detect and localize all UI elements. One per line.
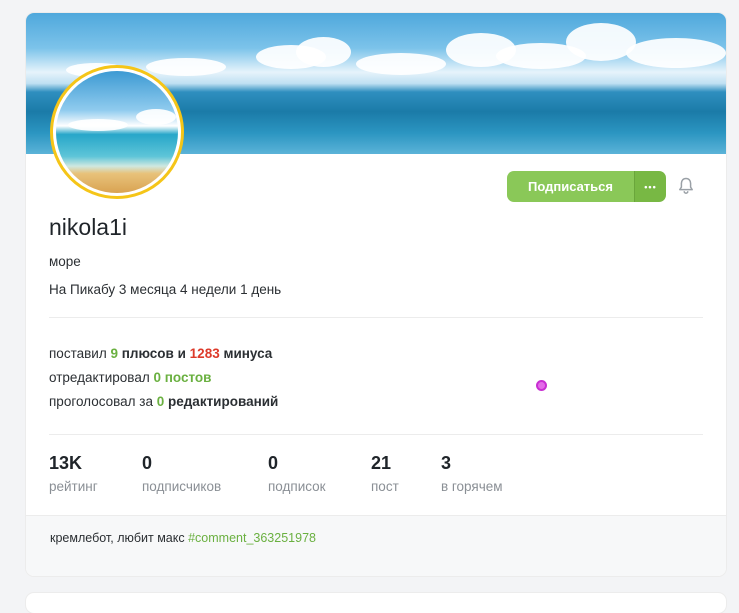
edit-votes-prefix: проголосовал за [49, 394, 157, 409]
counter-label: подписок [268, 479, 326, 494]
edited-count: 0 [153, 370, 161, 385]
counter-subscriptions[interactable]: 0 подписок [268, 453, 326, 494]
edits-line: отредактировал 0 постов [49, 370, 211, 385]
counter-posts[interactable]: 21 пост [371, 453, 399, 494]
profile-card: Подписаться ••• nikola1i море На Пикабу … [26, 13, 726, 576]
counter-rating[interactable]: 13K рейтинг [49, 453, 98, 494]
counter-subscribers[interactable]: 0 подписчиков [142, 453, 221, 494]
pluses-word: плюсов [117, 346, 174, 361]
pluses-count: 9 [110, 346, 118, 361]
edited-word[interactable]: постов [161, 370, 212, 385]
counter-value: 3 [441, 453, 452, 473]
counter-value: 0 [142, 453, 153, 473]
since-days: 1 [240, 282, 248, 297]
note-text: кремлебот, любит макс #comment_363251978 [50, 531, 316, 545]
counter-value: 13K [49, 453, 83, 473]
bell-icon[interactable] [676, 176, 696, 196]
profile-note: кремлебот, любит макс #comment_363251978 [26, 515, 726, 576]
more-options-button[interactable]: ••• [634, 171, 666, 202]
subscribe-button[interactable]: Подписаться [507, 171, 634, 202]
counter-label: рейтинг [49, 479, 98, 494]
avatar[interactable] [50, 65, 184, 199]
votes-prefix: поставил [49, 346, 111, 361]
voted-word: редактирований [164, 394, 279, 409]
username: nikola1i [49, 214, 127, 240]
since-prefix: На Пикабу [49, 282, 119, 297]
since-weeks-word: недели [187, 282, 241, 297]
counter-value: 0 [268, 453, 279, 473]
next-card [26, 593, 726, 613]
counter-label: в горячем [441, 479, 503, 494]
counter-value: 21 [371, 453, 392, 473]
avatar-image [56, 71, 178, 193]
counter-label: пост [371, 479, 399, 494]
comment-link[interactable]: #comment_363251978 [188, 531, 316, 545]
edit-votes-line: проголосовал за 0 редактирований [49, 394, 278, 409]
votes-line: поставил 9 плюсов и 1283 минуса [49, 346, 272, 361]
more-dots-icon: ••• [644, 181, 657, 192]
counter-hot[interactable]: 3 в горячем [441, 453, 503, 494]
divider [49, 317, 703, 318]
note-body: кремлебот, любит макс [50, 531, 189, 545]
cursor-marker [536, 380, 547, 391]
profile-bio: море [49, 254, 81, 269]
member-since: На Пикабу 3 месяца 4 недели 1 день [49, 282, 281, 297]
subscribe-button-group: Подписаться ••• [507, 171, 666, 202]
divider [49, 434, 703, 435]
minuses-count: 1283 [189, 346, 220, 361]
since-weeks: 4 [180, 282, 188, 297]
edits-prefix: отредактировал [49, 370, 154, 385]
counter-label: подписчиков [142, 479, 222, 494]
since-days-word: день [247, 282, 282, 297]
and-word: и [173, 346, 190, 361]
minuses-word: минуса [219, 346, 273, 361]
since-months-word: месяца [126, 282, 181, 297]
